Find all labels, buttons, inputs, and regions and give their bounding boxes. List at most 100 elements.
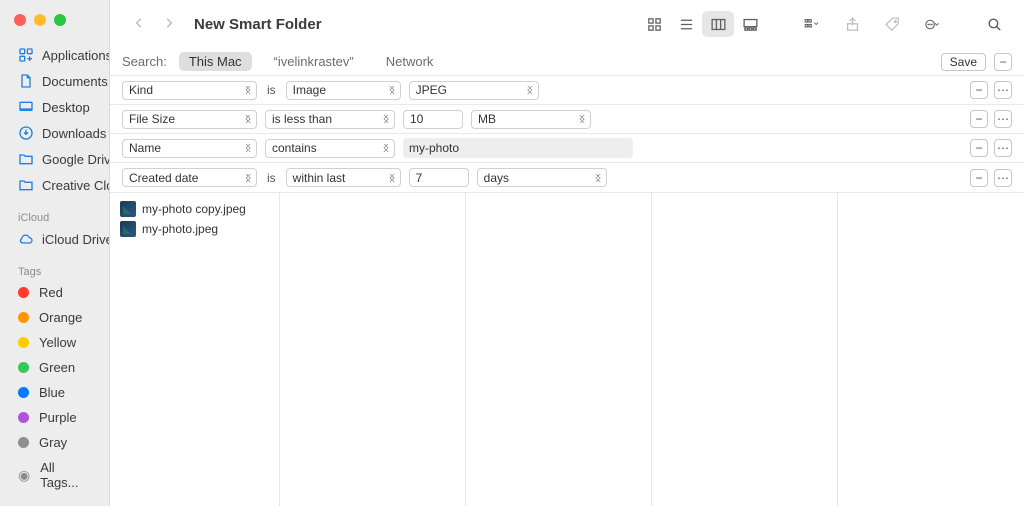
criteria-attribute-select[interactable]: Kind (122, 81, 257, 100)
remove-criteria-button[interactable]: − (970, 110, 988, 128)
remove-criteria-button[interactable]: − (970, 169, 988, 187)
scope-network[interactable]: Network (376, 52, 444, 71)
criteria-value-input[interactable] (403, 110, 463, 129)
window-controls (0, 0, 109, 42)
file-name: my-photo copy.jpeg (142, 202, 246, 216)
criteria-subtype-select[interactable]: JPEG (409, 81, 539, 100)
sidebar-item-google-drive[interactable]: Google Drive (0, 146, 109, 172)
action-menu-button[interactable] (916, 11, 948, 37)
criteria-row: Created date is within last days − ⋯ (110, 163, 1024, 192)
nav-forward-button[interactable] (158, 14, 180, 35)
all-tags-icon: ◉ (18, 470, 30, 481)
tag-red[interactable]: Red (0, 280, 109, 305)
tag-yellow[interactable]: Yellow (0, 330, 109, 355)
tag-purple[interactable]: Purple (0, 405, 109, 430)
main-panel: New Smart Folder (110, 0, 1024, 506)
criteria-join-label: is (265, 171, 278, 185)
folder-icon (18, 177, 34, 193)
tag-orange[interactable]: Orange (0, 305, 109, 330)
sidebar-item-label: Desktop (42, 100, 90, 115)
sidebar-item-applications[interactable]: Applications (0, 42, 109, 68)
file-item[interactable]: my-photo.jpeg (110, 219, 279, 239)
criteria-operator-select[interactable]: within last (286, 168, 401, 187)
tag-label: All Tags... (40, 460, 91, 490)
results-column[interactable] (652, 193, 838, 506)
search-scope-bar: Search: This Mac “ivelinkrastev” Network… (110, 48, 1024, 76)
tag-gray[interactable]: Gray (0, 430, 109, 455)
view-icons-button[interactable] (638, 11, 670, 37)
criteria-attribute-select[interactable]: Name (122, 139, 257, 158)
criteria-join-label: is (265, 83, 278, 97)
sidebar: Applications Documents Desktop Downloads… (0, 0, 110, 506)
file-item[interactable]: my-photo copy.jpeg (110, 199, 279, 219)
scope-this-mac[interactable]: This Mac (179, 52, 252, 71)
criteria-row: Kind is Image JPEG − ⋯ (110, 76, 1024, 105)
results-column[interactable] (280, 193, 466, 506)
sidebar-item-documents[interactable]: Documents (0, 68, 109, 94)
sidebar-item-label: Creative Cloud Files... (42, 178, 109, 193)
results-column[interactable] (466, 193, 652, 506)
criteria-value-select[interactable]: Image (286, 81, 401, 100)
minimize-window-button[interactable] (34, 14, 46, 26)
applications-icon (18, 47, 34, 63)
sidebar-item-creative-cloud[interactable]: Creative Cloud Files... (0, 172, 109, 198)
section-header-icloud: iCloud (0, 206, 109, 226)
criteria-unit-select[interactable]: days (477, 168, 607, 187)
remove-criteria-button[interactable]: − (970, 139, 988, 157)
nav-back-button[interactable] (128, 14, 150, 35)
remove-all-criteria-button[interactable]: − (994, 53, 1012, 71)
close-window-button[interactable] (14, 14, 26, 26)
criteria-attribute-select[interactable]: Created date (122, 168, 257, 187)
tag-dot-icon (18, 287, 29, 298)
icloud-group: iCloud iCloud Drive (0, 206, 109, 252)
sidebar-item-downloads[interactable]: Downloads (0, 120, 109, 146)
criteria-value-input[interactable] (409, 168, 469, 187)
criteria-row: Name contains − ⋯ (110, 134, 1024, 163)
tag-all-tags[interactable]: ◉ All Tags... (0, 455, 109, 495)
criteria-attribute-select[interactable]: File Size (122, 110, 257, 129)
search-button[interactable] (978, 11, 1010, 37)
edit-tags-button[interactable] (876, 11, 908, 37)
document-icon (18, 73, 34, 89)
remove-criteria-button[interactable]: − (970, 81, 988, 99)
add-criteria-button[interactable]: ⋯ (994, 169, 1012, 187)
file-name: my-photo.jpeg (142, 222, 218, 236)
search-criteria: Kind is Image JPEG − ⋯ File Size is less… (110, 76, 1024, 193)
results-column[interactable] (838, 193, 1024, 506)
scope-user-home[interactable]: “ivelinkrastev” (264, 52, 364, 71)
section-header-tags: Tags (0, 260, 109, 280)
favorites-group: Applications Documents Desktop Downloads… (0, 42, 109, 198)
results-column-view: my-photo copy.jpeg my-photo.jpeg (110, 193, 1024, 506)
group-by-button[interactable] (796, 11, 828, 37)
downloads-icon (18, 125, 34, 141)
criteria-text-input[interactable] (403, 138, 633, 158)
tag-blue[interactable]: Blue (0, 380, 109, 405)
jpeg-file-icon (120, 201, 136, 217)
tag-label: Purple (39, 410, 77, 425)
add-criteria-button[interactable]: ⋯ (994, 81, 1012, 99)
tag-label: Yellow (39, 335, 76, 350)
results-column[interactable]: my-photo copy.jpeg my-photo.jpeg (110, 193, 280, 506)
share-button[interactable] (836, 11, 868, 37)
tag-green[interactable]: Green (0, 355, 109, 380)
search-label: Search: (122, 54, 167, 69)
criteria-unit-select[interactable]: MB (471, 110, 591, 129)
sidebar-item-label: Downloads (42, 126, 106, 141)
view-columns-button[interactable] (702, 11, 734, 37)
tag-label: Gray (39, 435, 67, 450)
view-list-button[interactable] (670, 11, 702, 37)
view-gallery-button[interactable] (734, 11, 766, 37)
criteria-operator-select[interactable]: is less than (265, 110, 395, 129)
add-criteria-button[interactable]: ⋯ (994, 110, 1012, 128)
criteria-operator-select[interactable]: contains (265, 139, 395, 158)
criteria-row: File Size is less than MB − ⋯ (110, 105, 1024, 134)
tag-label: Green (39, 360, 75, 375)
tag-dot-icon (18, 362, 29, 373)
sidebar-item-icloud-drive[interactable]: iCloud Drive (0, 226, 109, 252)
save-search-button[interactable]: Save (941, 53, 986, 71)
tag-dot-icon (18, 387, 29, 398)
add-criteria-button[interactable]: ⋯ (994, 139, 1012, 157)
tag-dot-icon (18, 312, 29, 323)
sidebar-item-desktop[interactable]: Desktop (0, 94, 109, 120)
maximize-window-button[interactable] (54, 14, 66, 26)
